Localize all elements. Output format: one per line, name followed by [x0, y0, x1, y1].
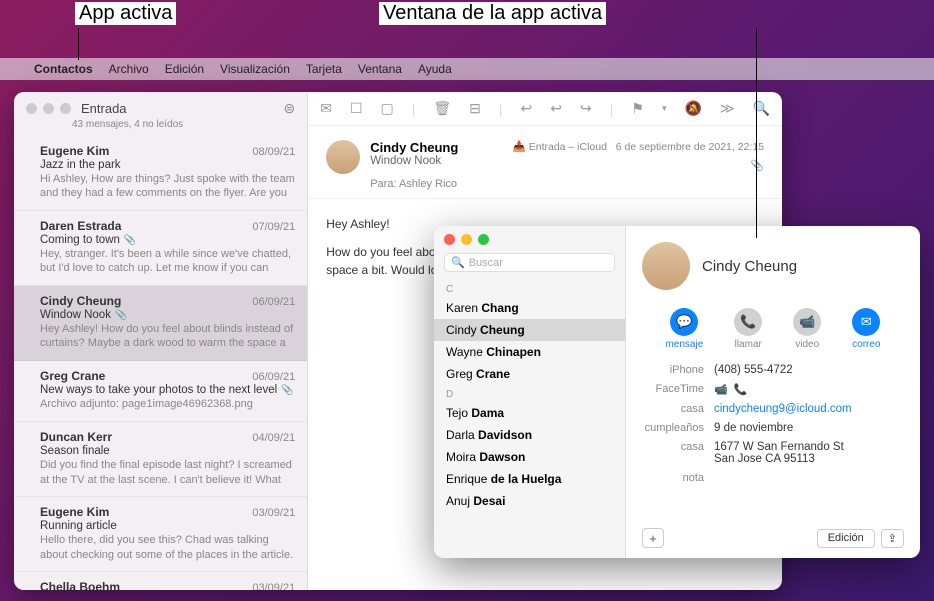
message-icon: 💬 [670, 308, 698, 336]
menu-archivo[interactable]: Archivo [101, 62, 157, 76]
sender-avatar [326, 140, 360, 174]
birthday-value: 9 de noviembre [714, 422, 904, 434]
message-item[interactable]: Eugene Kim03/09/21 Running article Hello… [14, 497, 307, 572]
attachment-icon[interactable]: 📎 [513, 159, 764, 172]
action-video[interactable]: 📹 video [793, 308, 821, 350]
message-item[interactable]: Cindy Cheung06/09/21 Window Nook📎 Hey As… [14, 286, 307, 361]
facetime-buttons[interactable]: 📹📞 [714, 383, 904, 396]
contact-detail: Cindy Cheung 💬 mensaje 📞 llamar 📹 video … [626, 226, 920, 558]
traffic-close[interactable] [26, 103, 37, 114]
inbox-title: Entrada [81, 101, 283, 116]
contact-item[interactable]: Wayne Chinapen [434, 341, 625, 363]
contacts-window: 🔍 Buscar CKaren ChangCindy CheungWayne C… [434, 226, 920, 558]
callout-line [756, 28, 757, 238]
phone-icon[interactable]: 📞 [734, 384, 748, 396]
menu-ayuda[interactable]: Ayuda [410, 62, 460, 76]
video-icon: 📹 [793, 308, 821, 336]
message-folder: 📥 Entrada – iCloud 6 de septiembre de 20… [513, 140, 764, 153]
mail-toolbar: ✉ ☐ ▢ | 🗑 ⊟ | ↩ ↩ ↪ | ⚑ ▾ 🔕 ≫ 🔍 [308, 92, 782, 126]
forward-icon[interactable]: ↪ [580, 100, 592, 117]
note-label: nota [642, 472, 714, 484]
search-placeholder: Buscar [469, 257, 503, 269]
facetime-label: FaceTime [642, 383, 714, 396]
action-call[interactable]: 📞 llamar [734, 308, 762, 350]
message-from: Cindy Cheung [370, 140, 458, 155]
callout-active-app: App activa [75, 2, 176, 25]
traffic-minimize[interactable] [43, 103, 54, 114]
message-to: Para: Ashley Rico [370, 178, 764, 190]
message-header: Cindy Cheung Window Nook 📥 Entrada – iCl… [308, 126, 782, 199]
traffic-close[interactable] [444, 234, 455, 245]
contact-name: Cindy Cheung [702, 258, 797, 275]
message-list[interactable]: Eugene Kim08/09/21 Jazz in the park Hi A… [14, 136, 307, 590]
menu-visualizacion[interactable]: Visualización [212, 62, 298, 76]
contact-item[interactable]: Tejo Dama [434, 402, 625, 424]
reply-icon[interactable]: ↩ [521, 100, 533, 117]
contact-item[interactable]: Cindy Cheung [434, 319, 625, 341]
filter-icon[interactable]: ⊜ [283, 100, 295, 117]
reply-all-icon[interactable]: ↩ [550, 100, 562, 117]
chevron-down-icon[interactable]: ▾ [662, 103, 667, 114]
edit-button[interactable]: Edición [817, 529, 875, 548]
phone-icon: 📞 [734, 308, 762, 336]
section-header: C [434, 280, 625, 297]
traffic-lights[interactable] [444, 234, 615, 245]
mail-sidebar-header: Entrada ⊜ [14, 92, 307, 121]
search-icon: 🔍 [451, 256, 465, 269]
contact-item[interactable]: Moira Dawson [434, 446, 625, 468]
video-icon[interactable]: 📹 [714, 384, 728, 396]
contact-item[interactable]: Greg Crane [434, 363, 625, 385]
message-item[interactable]: Greg Crane06/09/21 New ways to take your… [14, 361, 307, 422]
mute-icon[interactable]: 🔕 [684, 100, 701, 117]
inbox-subtitle: 43 mensajes, 4 no leídos [72, 119, 307, 130]
note-value[interactable] [714, 472, 904, 484]
contact-list[interactable]: CKaren ChangCindy CheungWayne ChinapenGr… [434, 280, 625, 558]
email-value[interactable]: cindycheung9@icloud.com [714, 403, 904, 415]
contact-item[interactable]: Anuj Desai [434, 490, 625, 512]
mail-icon: ✉ [852, 308, 880, 336]
action-mail[interactable]: ✉ correo [852, 308, 880, 350]
message-subject: Window Nook [370, 155, 458, 167]
address-label: casa [642, 441, 714, 465]
trash-icon[interactable]: 🗑 [433, 100, 451, 117]
contact-item[interactable]: Karen Chang [434, 297, 625, 319]
menu-edicion[interactable]: Edición [157, 62, 212, 76]
birthday-label: cumpleaños [642, 422, 714, 434]
menu-app-name[interactable]: Contactos [26, 62, 101, 76]
traffic-minimize[interactable] [461, 234, 472, 245]
delete-icon[interactable]: ✉ [320, 100, 332, 117]
archive-icon[interactable]: ▢ [381, 100, 394, 117]
email-label: casa [642, 403, 714, 415]
search-input[interactable]: 🔍 Buscar [444, 253, 615, 272]
flag-icon[interactable]: ⚑ [631, 100, 644, 117]
address-value[interactable]: 1677 W San Fernando StSan Jose CA 95113 [714, 441, 904, 465]
callout-line [78, 28, 79, 60]
message-item[interactable]: Chella Boehm03/09/21 Thank you Everythin… [14, 572, 307, 590]
share-icon[interactable]: ⇪ [881, 529, 904, 548]
mail-message-list: Entrada ⊜ 43 mensajes, 4 no leídos Eugen… [14, 92, 308, 590]
compose-icon[interactable]: ☐ [350, 100, 363, 117]
contacts-sidebar: 🔍 Buscar CKaren ChangCindy CheungWayne C… [434, 226, 626, 558]
phone-value[interactable]: (408) 555-4722 [714, 364, 904, 376]
message-item[interactable]: Daren Estrada07/09/21 Coming to town📎 He… [14, 211, 307, 286]
message-item[interactable]: Eugene Kim08/09/21 Jazz in the park Hi A… [14, 136, 307, 211]
menu-tarjeta[interactable]: Tarjeta [298, 62, 350, 76]
more-icon[interactable]: ≫ [720, 100, 735, 117]
traffic-zoom[interactable] [60, 103, 71, 114]
traffic-lights-inactive[interactable] [26, 103, 71, 114]
message-item[interactable]: Duncan Kerr04/09/21 Season finale Did yo… [14, 422, 307, 497]
contact-item[interactable]: Enrique de la Huelga [434, 468, 625, 490]
contact-avatar [642, 242, 690, 290]
traffic-zoom[interactable] [478, 234, 489, 245]
section-header: D [434, 385, 625, 402]
phone-label: iPhone [642, 364, 714, 376]
menu-bar: Contactos Archivo Edición Visualización … [0, 58, 934, 80]
junk-icon[interactable]: ⊟ [469, 100, 481, 117]
action-message[interactable]: 💬 mensaje [665, 308, 703, 350]
add-button[interactable]: + [642, 528, 664, 548]
contact-item[interactable]: Darla Davidson [434, 424, 625, 446]
menu-ventana[interactable]: Ventana [350, 62, 410, 76]
callout-active-window: Ventana de la app activa [379, 2, 606, 25]
